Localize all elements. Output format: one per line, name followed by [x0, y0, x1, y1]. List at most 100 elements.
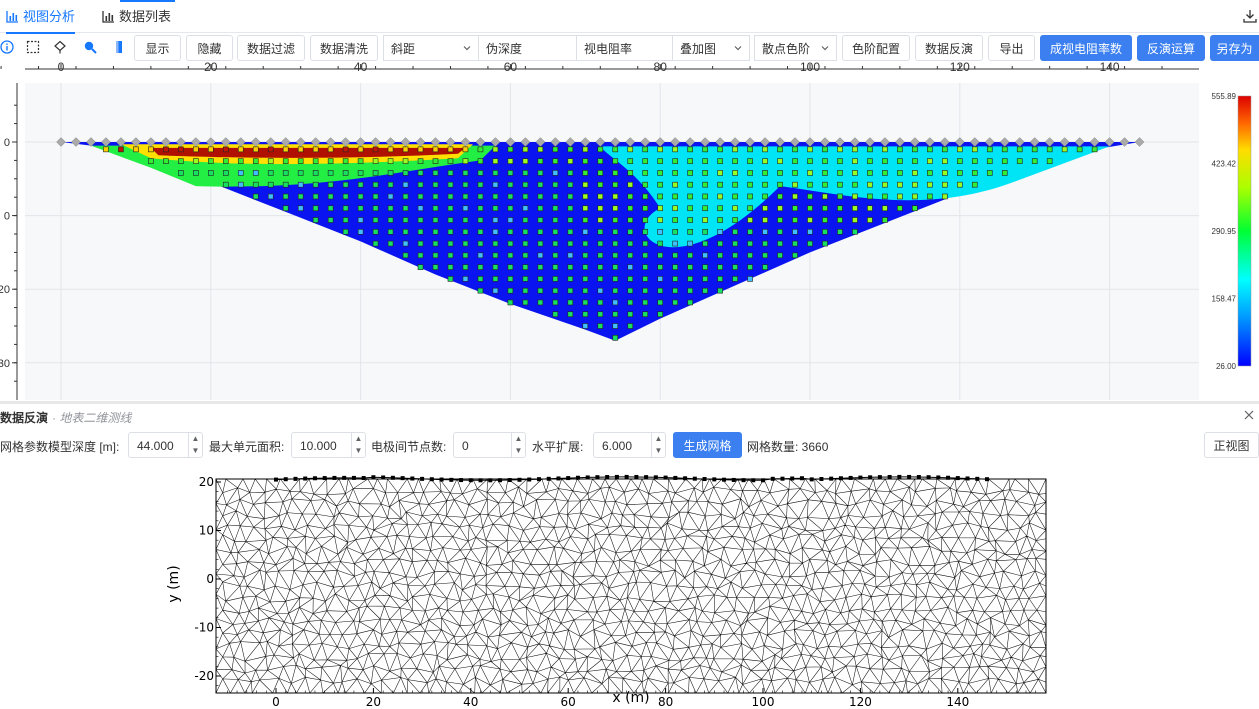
tab-view-analysis[interactable]: 视图分析: [6, 0, 76, 34]
data-point: [312, 205, 319, 212]
data-point: [327, 181, 334, 188]
data-point: [477, 193, 484, 200]
data-point: [462, 240, 469, 247]
data-inversion-button[interactable]: 数据反演: [915, 35, 983, 61]
hide-button[interactable]: 隐藏: [186, 35, 233, 61]
triangular-mesh: [216, 479, 1046, 693]
data-point: [567, 299, 574, 306]
data-point: [777, 240, 783, 247]
generate-resistivity-button[interactable]: 成视电阻率数: [1040, 35, 1132, 61]
data-point: [897, 146, 903, 153]
export-button[interactable]: 导出: [988, 35, 1035, 61]
data-point: [927, 193, 933, 200]
chevron-down-icon[interactable]: ▼: [189, 445, 202, 457]
chevron-down-icon[interactable]: ▼: [352, 445, 365, 457]
nodes-input[interactable]: 0 ▲ ▼: [453, 432, 526, 458]
data-point: [747, 228, 753, 235]
inversion-run-button[interactable]: 反演运算: [1137, 35, 1205, 61]
y-axis-field[interactable]: 伪深度: [479, 35, 577, 61]
data-point: [762, 264, 768, 270]
box-select-icon[interactable]: [26, 40, 40, 54]
data-point: [597, 181, 604, 188]
zoom-icon[interactable]: [83, 40, 97, 54]
generate-mesh-button[interactable]: 生成网格: [673, 432, 742, 458]
tab-data-list[interactable]: 数据列表: [102, 0, 171, 33]
data-point: [971, 146, 978, 153]
data-point: [807, 228, 813, 235]
data-point: [417, 252, 424, 259]
data-point: [822, 193, 828, 200]
lasso-icon[interactable]: [53, 40, 67, 54]
bar-chart-icon: [102, 11, 114, 23]
info-icon[interactable]: [0, 40, 14, 54]
model-depth-input[interactable]: 44.000 ▲ ▼: [128, 432, 203, 458]
inversion-title: 数据反演: [0, 411, 49, 425]
mesh-chart[interactable]: 0 20 40 60 80 100 120 140 20100-10-20 x (m) y (…: [160, 466, 1060, 709]
data-point: [1031, 146, 1038, 153]
chevron-up-icon[interactable]: ▲: [352, 433, 365, 445]
data-point: [822, 146, 828, 153]
data-clean-button[interactable]: 数据清洗: [310, 35, 378, 61]
data-point: [582, 158, 589, 164]
nodes-stepper[interactable]: ▲ ▼: [511, 433, 525, 457]
data-point: [837, 193, 843, 200]
data-point: [762, 158, 768, 164]
colorbar-label: 158.47: [1212, 295, 1237, 304]
data-point: [837, 146, 843, 153]
data-point: [537, 299, 544, 306]
horizontal-extend-stepper[interactable]: ▲ ▼: [651, 433, 665, 457]
download-icon[interactable]: [1243, 9, 1257, 23]
data-point: [867, 205, 873, 212]
data-point: [462, 228, 469, 235]
chevron-up-icon[interactable]: ▲: [189, 433, 202, 445]
overlay-select[interactable]: 叠加图: [673, 35, 750, 61]
data-point: [687, 299, 693, 306]
data-point: [777, 205, 783, 212]
data-point: [867, 193, 873, 200]
save-as-button[interactable]: 另存为: [1210, 35, 1259, 61]
data-point: [492, 217, 499, 223]
chevron-down-icon[interactable]: ▼: [652, 445, 665, 457]
x-tick-label: 120: [950, 62, 970, 74]
data-point: [193, 170, 199, 176]
x-axis-select[interactable]: 斜距: [383, 35, 479, 61]
color-config-button[interactable]: 色阶配置: [842, 35, 910, 61]
show-button[interactable]: 显示: [134, 35, 181, 61]
data-point: [942, 181, 948, 188]
data-point: [567, 311, 574, 318]
data-point: [342, 170, 349, 176]
horizontal-extend-input[interactable]: 6.000 ▲ ▼: [593, 432, 666, 458]
data-point: [282, 158, 289, 164]
data-point: [867, 181, 873, 188]
max-area-input[interactable]: 10.000 ▲ ▼: [291, 432, 366, 458]
data-point: [282, 146, 289, 153]
data-point: [507, 193, 514, 200]
data-point: [717, 205, 723, 212]
y-tick-label: 0: [4, 211, 10, 223]
splitter[interactable]: [0, 401, 1259, 404]
max-area-stepper[interactable]: ▲ ▼: [351, 433, 365, 457]
chevron-up-icon[interactable]: ▲: [512, 433, 525, 445]
data-point: [507, 287, 514, 294]
data-point: [642, 217, 649, 223]
data-point: [447, 228, 454, 235]
pseudosection-chart[interactable]: 0 20 40 60 80 100 120 140 0 0 20 30 555.89 423.42 29…: [0, 62, 1259, 400]
close-icon[interactable]: [1243, 409, 1255, 421]
data-filter-button[interactable]: 数据过滤: [237, 35, 305, 61]
scatter-color-select[interactable]: 散点色阶: [754, 35, 837, 61]
bookmark-icon[interactable]: [112, 40, 126, 54]
data-point: [417, 170, 424, 176]
data-point: [447, 276, 454, 282]
front-view-button[interactable]: 正视图: [1204, 432, 1259, 458]
data-point: [702, 252, 708, 259]
data-point: [342, 205, 349, 212]
data-point: [342, 158, 349, 164]
z-axis-field[interactable]: 视电阻率: [577, 35, 673, 61]
chevron-down-icon[interactable]: ▼: [512, 445, 525, 457]
chevron-up-icon[interactable]: ▲: [652, 433, 665, 445]
y-axis-label: y (m): [166, 565, 182, 602]
data-point: [372, 181, 379, 188]
data-point: [447, 252, 454, 259]
model-depth-stepper[interactable]: ▲ ▼: [188, 433, 202, 457]
data-point: [657, 299, 664, 306]
